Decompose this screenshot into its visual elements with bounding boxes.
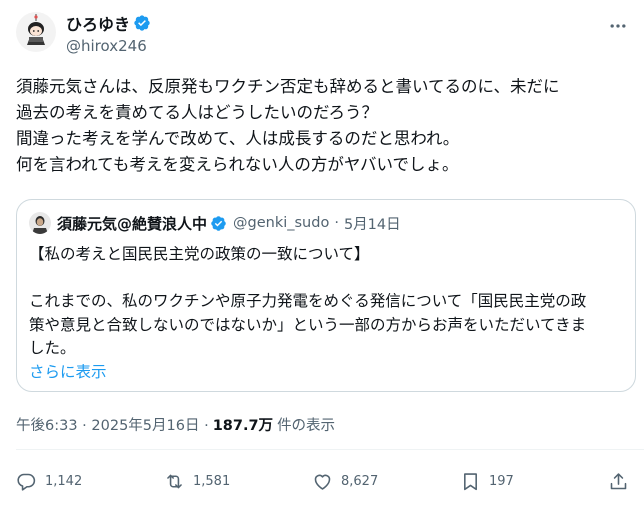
verified-badge-icon xyxy=(133,14,151,32)
quoted-author-handle[interactable]: @genki_sudo xyxy=(233,215,329,231)
tweet-line: 過去の考えを責めてる人はどうしたいのだろう？ xyxy=(16,103,379,122)
author-display-name[interactable]: ひろゆき xyxy=(66,11,130,35)
view-count: 187.7万 xyxy=(212,418,274,434)
quoted-tweet-line: した。 xyxy=(29,339,76,357)
quoted-author-avatar[interactable] xyxy=(29,212,51,234)
quoted-tweet-line: 策や意見と合致しないのではないか」という一部の方からお声をいただいてきま xyxy=(29,315,587,334)
share-icon xyxy=(610,472,627,489)
verified-badge-icon xyxy=(210,215,227,232)
more-options-button[interactable] xyxy=(606,14,630,38)
quoted-tweet-blank-line xyxy=(29,267,625,291)
divider xyxy=(16,449,644,450)
reply-count: 1,142 xyxy=(45,473,83,489)
reply-button[interactable]: 1,142 xyxy=(16,468,82,494)
quoted-tweet-header: 須藤元気@絶賛浪人中 @genki_sudo · 5月14日 xyxy=(29,212,401,234)
repost-count: 1,581 xyxy=(193,473,231,489)
like-button[interactable]: 8,627 xyxy=(312,468,378,494)
tweet-line: 何を言われても考えを変えられない人の方がヤバいでしょ。 xyxy=(16,155,459,174)
author-info: ひろゆき @hirox246 xyxy=(66,12,151,55)
bookmark-count: 197 xyxy=(489,473,514,489)
bookmark-button[interactable]: 197 xyxy=(460,468,514,494)
show-more-link[interactable]: さらに表示 xyxy=(29,361,625,385)
quoted-tweet-line: これまでの、私のワクチンや原子力発電をめぐる発信について「国民民主党の政 xyxy=(29,292,587,310)
tweet-meta: 午後6:33 · 2025年5月16日 · 187.7万 件の表示 xyxy=(16,414,335,435)
quoted-tweet-card[interactable]: 須藤元気@絶賛浪人中 @genki_sudo · 5月14日 【私の考えと国民民… xyxy=(16,199,636,392)
tweet-text: 須藤元気さんは、反原発もワクチン否定も辞めると書いてるのに、未だに 過去の考えを… xyxy=(16,74,632,178)
quoted-tweet-text: 【私の考えと国民民主党の政策の一致について】 これまでの、私のワクチンや原子力発… xyxy=(29,243,625,384)
view-count-label: 件の表示 xyxy=(277,418,336,434)
quoted-author-display-name[interactable]: 須藤元気@絶賛浪人中 xyxy=(57,213,207,234)
tweet-timestamp[interactable]: 午後6:33 · 2025年5月16日 · xyxy=(16,414,209,435)
repost-button[interactable]: 1,581 xyxy=(164,468,230,494)
tweet-line: 間違った考えを学んで改めて、人は成長するのだと思われ。 xyxy=(16,129,460,148)
quoted-tweet-date[interactable]: 5月14日 xyxy=(344,213,401,234)
like-count: 8,627 xyxy=(341,473,379,489)
heart-icon xyxy=(314,474,331,490)
bookmark-icon xyxy=(464,472,477,490)
author-handle[interactable]: @hirox246 xyxy=(66,37,151,55)
more-dots-icon xyxy=(610,24,626,28)
author-avatar[interactable] xyxy=(16,12,56,52)
share-button[interactable] xyxy=(608,468,629,494)
reply-icon xyxy=(17,473,36,491)
action-bar: 1,142 1,581 8,627 197 xyxy=(16,468,630,494)
repost-icon xyxy=(167,474,182,488)
tweet-line: 須藤元気さんは、反原発もワクチン否定も辞めると書いてるのに、未だに xyxy=(16,77,560,96)
quoted-tweet-line: 【私の考えと国民民主党の政策の一致について】 xyxy=(29,245,370,263)
separator-dot: · xyxy=(334,215,339,231)
